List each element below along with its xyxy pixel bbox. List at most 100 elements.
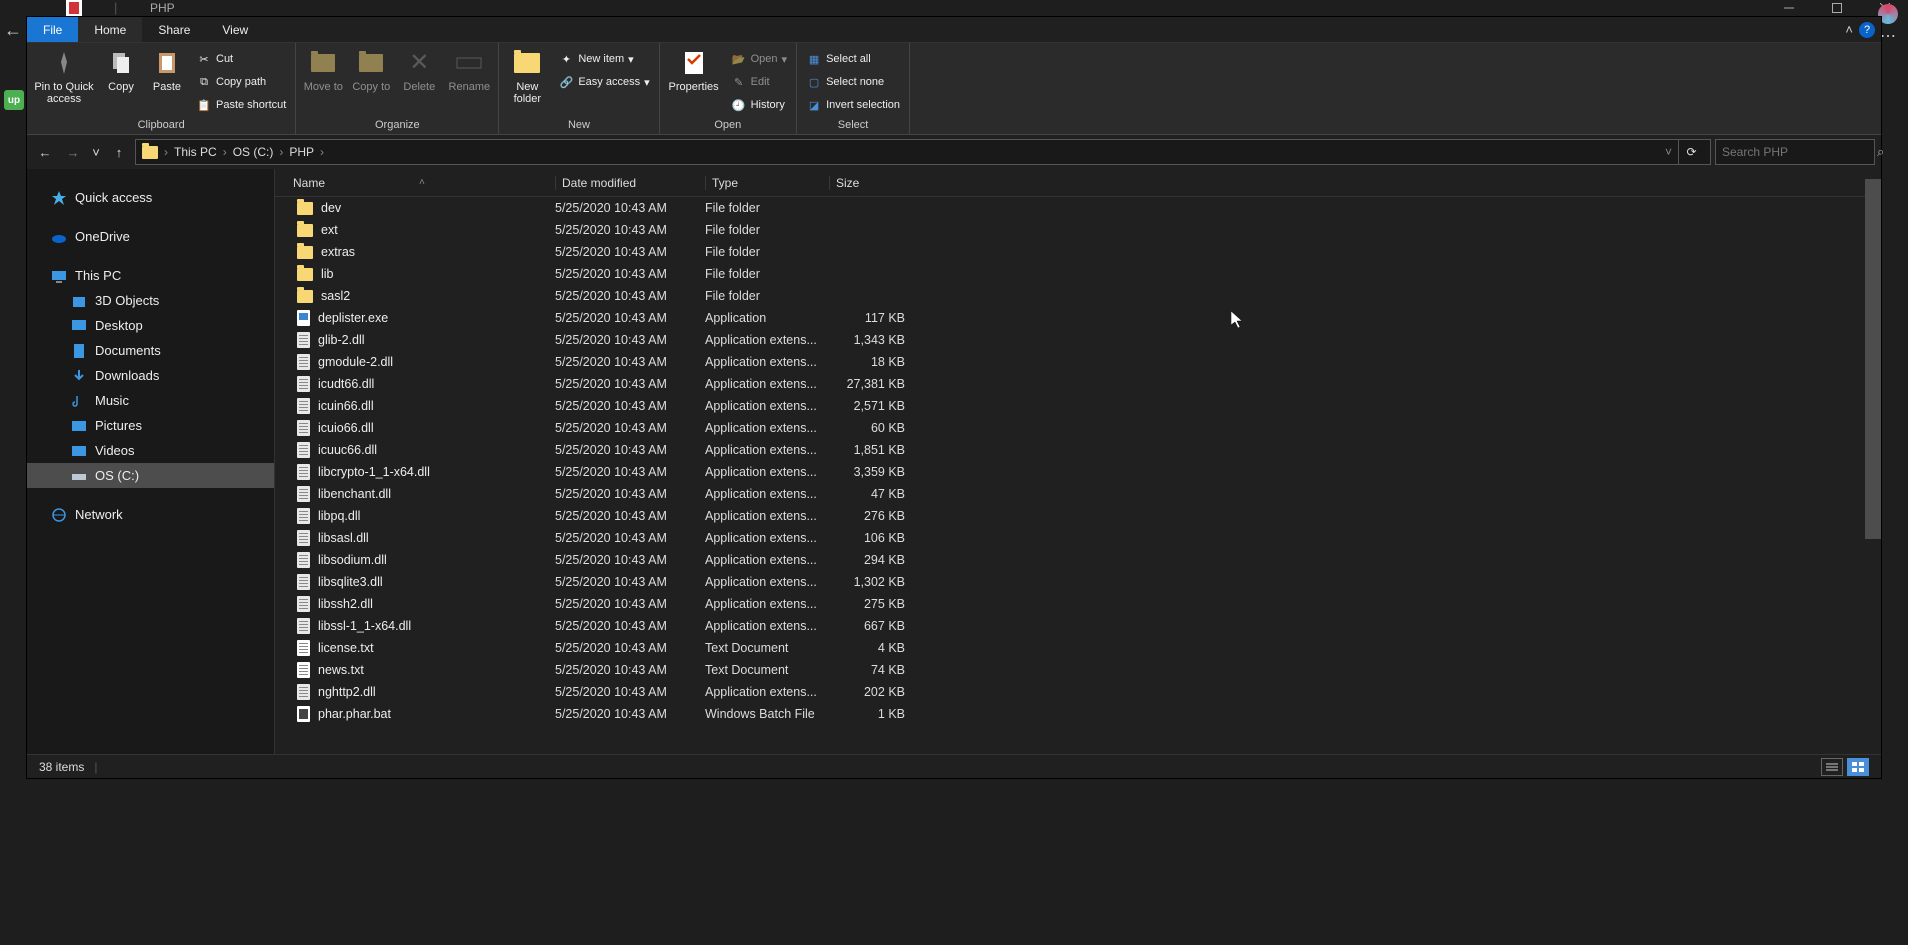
- tree-os-c-[interactable]: OS (C:): [27, 463, 274, 488]
- tree-onedrive[interactable]: OneDrive: [27, 224, 274, 249]
- cut-button[interactable]: ✂Cut: [193, 49, 289, 69]
- tree-desktop[interactable]: Desktop: [27, 313, 274, 338]
- file-row[interactable]: libsasl.dll5/25/2020 10:43 AMApplication…: [275, 527, 1881, 549]
- up-button[interactable]: ↑: [107, 140, 131, 164]
- history-icon: 🕘: [731, 97, 747, 113]
- copy-to-button[interactable]: Copy to: [350, 47, 392, 93]
- file-date: 5/25/2020 10:43 AM: [555, 267, 705, 281]
- col-type[interactable]: Type: [705, 176, 829, 190]
- new-folder-button[interactable]: New folder: [505, 47, 549, 105]
- breadcrumb-thispc[interactable]: This PC: [174, 145, 217, 159]
- pin-quick-access-button[interactable]: Pin to Quick access: [33, 47, 95, 105]
- explorer-icon: [42, 0, 58, 16]
- refresh-button[interactable]: ⟳: [1678, 139, 1704, 165]
- upwork-icon[interactable]: up: [4, 90, 24, 110]
- open-button[interactable]: 📂Open ▾: [728, 49, 790, 69]
- tab-home[interactable]: Home: [78, 17, 142, 42]
- file-row[interactable]: gmodule-2.dll5/25/2020 10:43 AMApplicati…: [275, 351, 1881, 373]
- tree-videos[interactable]: Videos: [27, 438, 274, 463]
- properties-button[interactable]: Properties: [666, 47, 722, 93]
- easy-access-button[interactable]: 🔗Easy access ▾: [555, 72, 652, 92]
- file-name: icudt66.dll: [318, 377, 374, 391]
- tab-file[interactable]: File: [27, 17, 78, 42]
- file-row[interactable]: icuio66.dll5/25/2020 10:43 AMApplication…: [275, 417, 1881, 439]
- tree-pictures[interactable]: Pictures: [27, 413, 274, 438]
- file-row[interactable]: icuuc66.dll5/25/2020 10:43 AMApplication…: [275, 439, 1881, 461]
- scrollbar-thumb[interactable]: [1865, 179, 1881, 539]
- tab-share[interactable]: Share: [142, 17, 206, 42]
- thumbnail-view-button[interactable]: [1847, 758, 1869, 776]
- file-row[interactable]: extras5/25/2020 10:43 AMFile folder: [275, 241, 1881, 263]
- network-icon: [51, 507, 67, 523]
- file-date: 5/25/2020 10:43 AM: [555, 311, 705, 325]
- file-row[interactable]: libenchant.dll5/25/2020 10:43 AMApplicat…: [275, 483, 1881, 505]
- select-all-button[interactable]: ▦Select all: [803, 49, 903, 69]
- help-icon[interactable]: ?: [1859, 22, 1875, 38]
- file-row[interactable]: sasl25/25/2020 10:43 AMFile folder: [275, 285, 1881, 307]
- search-input[interactable]: [1722, 145, 1877, 159]
- copy-path-button[interactable]: ⧉Copy path: [193, 72, 289, 92]
- paste-shortcut-button[interactable]: 📋Paste shortcut: [193, 95, 289, 115]
- browser-menu-icon[interactable]: ⋯: [1880, 26, 1898, 46]
- forward-button[interactable]: →: [61, 140, 85, 164]
- copy-button[interactable]: Copy: [101, 47, 141, 93]
- back-button[interactable]: ←: [33, 140, 57, 164]
- details-view-button[interactable]: [1821, 758, 1843, 776]
- tree-3d-objects[interactable]: 3D Objects: [27, 288, 274, 313]
- tree-music[interactable]: Music: [27, 388, 274, 413]
- search-icon[interactable]: ⌕: [1877, 144, 1884, 160]
- address-bar[interactable]: › This PC › OS (C:) › PHP › ˅ ⟳: [135, 139, 1711, 165]
- file-row[interactable]: libssl-1_1-x64.dll5/25/2020 10:43 AMAppl…: [275, 615, 1881, 637]
- address-dropdown-icon[interactable]: ˅: [1665, 145, 1672, 159]
- file-row[interactable]: nghttp2.dll5/25/2020 10:43 AMApplication…: [275, 681, 1881, 703]
- file-row[interactable]: news.txt5/25/2020 10:43 AMText Document7…: [275, 659, 1881, 681]
- tree-documents[interactable]: Documents: [27, 338, 274, 363]
- search-box[interactable]: ⌕: [1715, 139, 1875, 165]
- col-name[interactable]: Name˄: [293, 176, 555, 190]
- chevron-down-icon: ▾: [782, 53, 788, 66]
- file-name: glib-2.dll: [318, 333, 365, 347]
- rename-button[interactable]: Rename: [446, 47, 492, 93]
- tree-downloads[interactable]: Downloads: [27, 363, 274, 388]
- browser-back-icon[interactable]: ←: [4, 20, 22, 41]
- file-row[interactable]: deplister.exe5/25/2020 10:43 AMApplicati…: [275, 307, 1881, 329]
- file-row[interactable]: dev5/25/2020 10:43 AMFile folder: [275, 197, 1881, 219]
- tree-quick-access[interactable]: Quick access: [27, 185, 274, 210]
- move-to-button[interactable]: Move to: [302, 47, 344, 93]
- file-row[interactable]: ext5/25/2020 10:43 AMFile folder: [275, 219, 1881, 241]
- select-none-button[interactable]: ▢Select none: [803, 72, 903, 92]
- file-row[interactable]: libcrypto-1_1-x64.dll5/25/2020 10:43 AMA…: [275, 461, 1881, 483]
- recent-button[interactable]: ˅: [89, 140, 103, 164]
- column-headers: Name˄ Date modified Type Size: [275, 169, 1881, 197]
- new-item-button[interactable]: ✦New item ▾: [555, 49, 652, 69]
- tree-thispc[interactable]: This PC: [27, 263, 274, 288]
- tree-network[interactable]: Network: [27, 502, 274, 527]
- col-date[interactable]: Date modified: [555, 176, 705, 190]
- file-row[interactable]: libsodium.dll5/25/2020 10:43 AMApplicati…: [275, 549, 1881, 571]
- breadcrumb-drive[interactable]: OS (C:): [233, 145, 274, 159]
- tab-view[interactable]: View: [206, 17, 264, 42]
- chevron-up-icon[interactable]: ˄: [1845, 22, 1853, 37]
- invert-selection-button[interactable]: ◪Invert selection: [803, 95, 903, 115]
- breadcrumb-folder[interactable]: PHP: [289, 145, 314, 159]
- delete-button[interactable]: ✕Delete: [398, 47, 440, 93]
- file-row[interactable]: glib-2.dll5/25/2020 10:43 AMApplication …: [275, 329, 1881, 351]
- maximize-button[interactable]: [1814, 0, 1860, 16]
- file-row[interactable]: libssh2.dll5/25/2020 10:43 AMApplication…: [275, 593, 1881, 615]
- file-row[interactable]: lib5/25/2020 10:43 AMFile folder: [275, 263, 1881, 285]
- file-row[interactable]: license.txt5/25/2020 10:43 AMText Docume…: [275, 637, 1881, 659]
- edit-button[interactable]: ✎Edit: [728, 72, 790, 92]
- file-row[interactable]: icudt66.dll5/25/2020 10:43 AMApplication…: [275, 373, 1881, 395]
- file-list[interactable]: dev5/25/2020 10:43 AMFile folderext5/25/…: [275, 197, 1881, 754]
- file-row[interactable]: phar.phar.bat5/25/2020 10:43 AMWindows B…: [275, 703, 1881, 725]
- scrollbar-track[interactable]: [1865, 169, 1881, 754]
- history-button[interactable]: 🕘History: [728, 95, 790, 115]
- minimize-button[interactable]: [1766, 0, 1812, 16]
- file-date: 5/25/2020 10:43 AM: [555, 487, 705, 501]
- paste-button[interactable]: Paste: [147, 47, 187, 93]
- file-row[interactable]: icuin66.dll5/25/2020 10:43 AMApplication…: [275, 395, 1881, 417]
- file-row[interactable]: libsqlite3.dll5/25/2020 10:43 AMApplicat…: [275, 571, 1881, 593]
- nav-tree[interactable]: Quick access OneDrive This PC 3D Objects…: [27, 169, 275, 754]
- col-size[interactable]: Size: [829, 176, 909, 190]
- file-row[interactable]: libpq.dll5/25/2020 10:43 AMApplication e…: [275, 505, 1881, 527]
